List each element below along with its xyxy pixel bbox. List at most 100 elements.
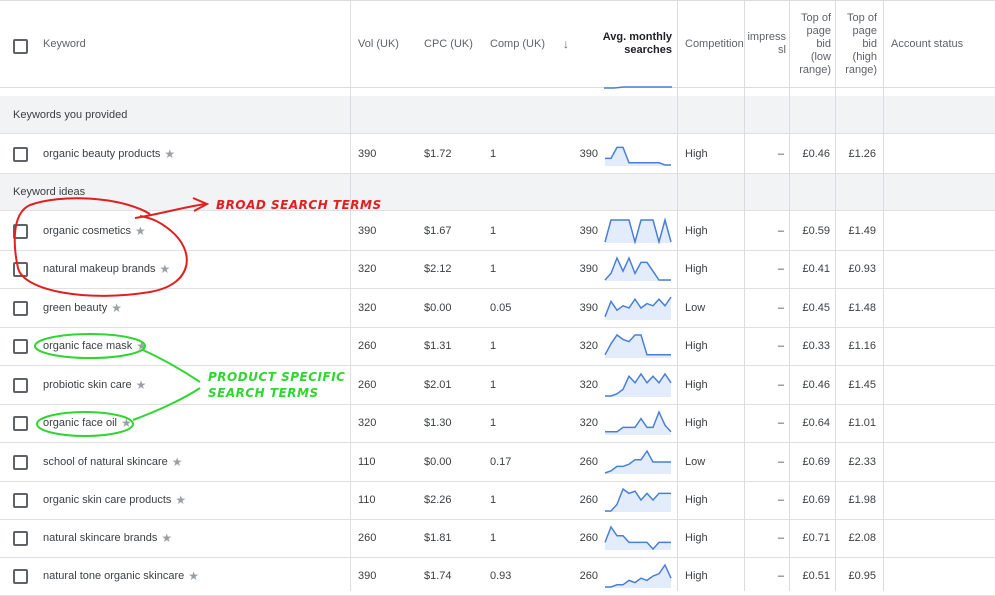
bid-high-cell: £1.48: [848, 302, 876, 314]
impression-share-cell: –: [777, 417, 784, 429]
keyword-text[interactable]: organic face oil: [43, 417, 117, 429]
comp-cell: 1: [490, 379, 497, 391]
comp-cell: 1: [490, 225, 497, 237]
cpc-cell: $1.81: [424, 532, 452, 544]
star-icon[interactable]: ★: [172, 455, 183, 469]
star-icon[interactable]: ★: [136, 339, 147, 353]
table-row[interactable]: natural skincare brands ★ 260 $1.81 1 High 260…: [0, 519, 995, 558]
bid-low-cell: £0.33: [802, 340, 830, 352]
star-icon[interactable]: ★: [135, 224, 146, 238]
bid-low-cell: £0.51: [802, 570, 830, 582]
vol-cell: 110: [358, 456, 376, 468]
row-checkbox[interactable]: [13, 493, 28, 508]
star-icon[interactable]: ★: [175, 493, 186, 507]
cpc-cell: $1.67: [424, 225, 452, 237]
vol-cell: 320: [358, 263, 377, 275]
col-avg-monthly[interactable]: Avg. monthly searches: [580, 1, 676, 87]
keyword-text[interactable]: school of natural skincare: [43, 456, 168, 468]
table-row[interactable]: natural tone organic skincare ★ 390 $1.74 0.…: [0, 557, 995, 596]
table-row[interactable]: probiotic skin care ★ 260 $2.01 1 High 320 – £0.…: [0, 366, 995, 405]
row-checkbox[interactable]: [13, 569, 28, 584]
row-checkbox[interactable]: [13, 224, 28, 239]
keyword-cell: school of natural skincare ★: [43, 443, 183, 481]
vol-cell: 260: [358, 532, 377, 544]
select-all-checkbox[interactable]: [13, 39, 28, 54]
sparkline-area: [605, 527, 671, 550]
keyword-cell: natural makeup brands ★: [43, 250, 170, 288]
keyword-text[interactable]: organic cosmetics: [43, 225, 131, 237]
col-impression-share[interactable]: impress sl: [746, 1, 790, 87]
keyword-text[interactable]: natural makeup brands: [43, 263, 156, 275]
col-account-status[interactable]: Account status: [887, 1, 993, 87]
avg-searches-cell: 390: [579, 302, 598, 314]
bid-low-cell: £0.59: [802, 225, 830, 237]
section-ideas: Keyword ideas: [0, 173, 995, 211]
table-row[interactable]: organic face oil ★ 320 $1.30 1 High 320 – £0.64 £…: [0, 404, 995, 443]
row-checkbox[interactable]: [13, 416, 28, 431]
bid-high-cell: £1.26: [848, 148, 876, 160]
keyword-cell: probiotic skin care ★: [43, 366, 146, 404]
star-icon[interactable]: ★: [136, 378, 147, 392]
star-icon[interactable]: ★: [160, 262, 171, 276]
keyword-cell: organic face mask ★: [43, 327, 147, 365]
star-icon[interactable]: ★: [164, 147, 175, 161]
table-row[interactable]: organic face mask ★ 260 $1.31 1 High 320 – £0.33…: [0, 327, 995, 366]
row-checkbox[interactable]: [13, 147, 28, 162]
cpc-cell: $1.30: [424, 417, 452, 429]
keyword-text[interactable]: organic face mask: [43, 340, 132, 352]
impression-share-cell: –: [777, 340, 784, 352]
row-checkbox[interactable]: [13, 378, 28, 393]
avg-searches-cell: 260: [579, 456, 598, 468]
row-checkbox[interactable]: [13, 339, 28, 354]
keyword-text[interactable]: organic skin care products: [43, 494, 171, 506]
table-row[interactable]: organic beauty products ★ 390 $1.72 1 High 390…: [0, 135, 995, 174]
col-comp[interactable]: Comp (UK): [486, 1, 558, 87]
bid-low-cell: £0.64: [802, 417, 830, 429]
col-low-line4: (low: [810, 50, 831, 63]
table-row[interactable]: school of natural skincare ★ 110 $0.00 0.17 L…: [0, 443, 995, 482]
bid-low-cell: £0.45: [802, 302, 830, 314]
comp-cell: 1: [490, 494, 497, 506]
sparkline: [604, 525, 671, 551]
keyword-text[interactable]: organic beauty products: [43, 148, 160, 160]
impression-share-cell: –: [777, 225, 784, 237]
keyword-cell: organic face oil ★: [43, 404, 132, 442]
table-header: Keyword Vol (UK) CPC (UK) Comp (UK) ↓ Av…: [0, 0, 995, 88]
star-icon[interactable]: ★: [121, 416, 132, 430]
bid-low-cell: £0.69: [802, 456, 830, 468]
keyword-text[interactable]: natural skincare brands: [43, 532, 157, 544]
star-icon[interactable]: ★: [111, 301, 122, 315]
col-keyword[interactable]: Keyword: [39, 1, 339, 87]
keyword-text[interactable]: probiotic skin care: [43, 379, 132, 391]
keyword-text[interactable]: natural tone organic skincare: [43, 570, 184, 582]
cpc-cell: $0.00: [424, 302, 452, 314]
col-cpc[interactable]: CPC (UK): [420, 1, 485, 87]
row-checkbox[interactable]: [13, 301, 28, 316]
row-checkbox[interactable]: [13, 262, 28, 277]
bid-high-cell: £1.98: [848, 494, 876, 506]
table-row[interactable]: organic skin care products ★ 110 $2.26 1 High…: [0, 481, 995, 520]
comp-cell: 0.93: [490, 570, 512, 582]
table-row[interactable]: green beauty ★ 320 $0.00 0.05 Low 390 – £0.45 £1.…: [0, 289, 995, 328]
col-vol[interactable]: Vol (UK): [354, 1, 419, 87]
star-icon[interactable]: ★: [161, 531, 172, 545]
row-checkbox[interactable]: [13, 531, 28, 546]
impression-share-cell: –: [777, 263, 784, 275]
star-icon[interactable]: ★: [188, 569, 199, 583]
row-checkbox[interactable]: [13, 455, 28, 470]
keyword-text[interactable]: green beauty: [43, 302, 107, 314]
comp-cell: 1: [490, 340, 497, 352]
sort-arrow-icon[interactable]: ↓: [559, 1, 579, 87]
table-row[interactable]: organic cosmetics ★ 390 $1.67 1 High 390 – £0.59…: [0, 212, 995, 251]
bid-high-cell: £1.45: [848, 379, 876, 391]
comp-cell: 1: [490, 532, 497, 544]
vol-cell: 390: [358, 570, 377, 582]
competition-cell: High: [685, 532, 708, 544]
col-bid-high[interactable]: Top of page bid (high range): [837, 1, 881, 87]
col-competition[interactable]: Competition: [681, 1, 743, 87]
comp-cell: 1: [490, 417, 497, 429]
table-row[interactable]: natural makeup brands ★ 320 $2.12 1 High 390 – £…: [0, 250, 995, 289]
col-bid-low[interactable]: Top of page bid (low range): [791, 1, 835, 87]
avg-searches-cell: 260: [579, 570, 598, 582]
annotation-broad-terms: BROAD SEARCH TERMS: [216, 198, 382, 212]
